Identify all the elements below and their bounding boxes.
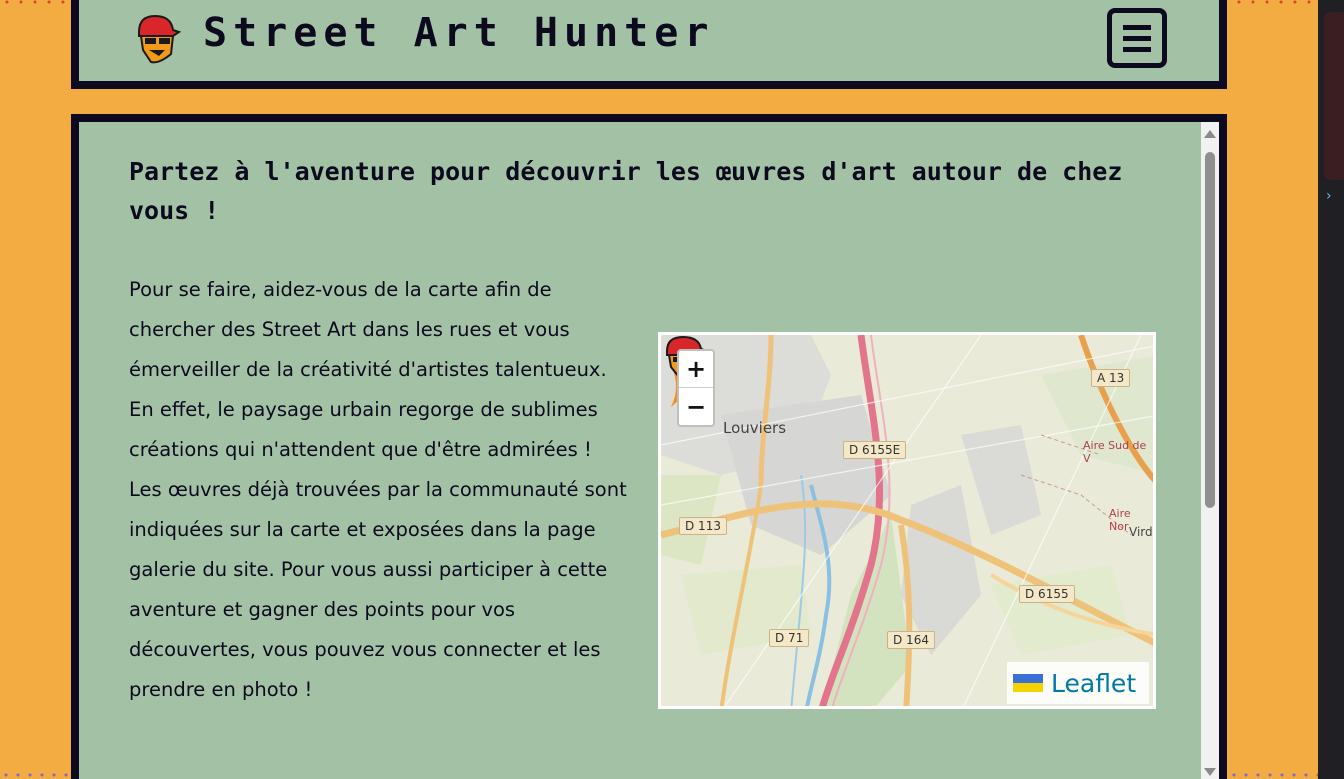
zoom-out-button[interactable]: − — [679, 388, 713, 425]
page-heading: Partez à l'aventure pour découvrir les œ… — [129, 157, 1123, 225]
street-art-map[interactable]: Louviers Vird D 6155E A 13 D 113 D 6155 … — [658, 332, 1156, 709]
intro-paragraph-2: En effet, le paysage urbain regorge de s… — [129, 398, 627, 701]
scroll-down-icon[interactable] — [1204, 768, 1216, 776]
map-road-label: D 6155E — [843, 441, 907, 459]
side-panel-tab — [1324, 12, 1344, 180]
map-road-label: A 13 — [1091, 369, 1131, 387]
map-road-label: D 164 — [887, 631, 935, 649]
map-poi-label: Aire Nor — [1109, 507, 1131, 533]
hamburger-menu-button[interactable] — [1107, 8, 1167, 68]
map-road-label: D 113 — [679, 517, 727, 535]
map-tiles[interactable] — [661, 335, 1156, 709]
intro-paragraph-1: Pour se faire, aidez-vous de la carte af… — [129, 278, 607, 381]
intro-text: Pour se faire, aidez-vous de la carte af… — [129, 270, 629, 710]
map-road-label: D 6155 — [1019, 585, 1075, 603]
menu-bar — [1123, 24, 1151, 30]
chevron-right-icon[interactable]: › — [1326, 188, 1332, 204]
menu-bar — [1123, 46, 1151, 52]
bottom-dotted-border-left — [0, 773, 72, 777]
site-title[interactable]: Street Art Hunter — [203, 10, 714, 56]
map-road-label: D 71 — [769, 629, 810, 647]
scrollbar-thumb[interactable] — [1205, 152, 1215, 508]
zoom-in-button[interactable]: + — [679, 351, 713, 388]
browser-side-panel: › — [1318, 0, 1344, 779]
menu-bar — [1123, 35, 1151, 41]
bottom-dotted-border-right — [1228, 773, 1318, 777]
scroll-up-icon[interactable] — [1204, 130, 1216, 138]
ukraine-flag-icon — [1013, 674, 1043, 692]
page-scrollbar[interactable] — [1201, 122, 1219, 779]
hunter-mascot-logo-icon[interactable] — [129, 10, 181, 66]
leaflet-link[interactable]: Leaflet — [1051, 669, 1136, 698]
map-town-label: Louviers — [723, 419, 787, 437]
map-attribution: Leaflet — [1007, 662, 1149, 704]
site-header: Street Art Hunter — [71, 0, 1227, 89]
map-zoom-control: + − — [677, 349, 715, 427]
main-content-panel: Partez à l'aventure pour découvrir les œ… — [71, 114, 1227, 779]
map-poi-label: Aire Sud de V — [1083, 439, 1147, 465]
